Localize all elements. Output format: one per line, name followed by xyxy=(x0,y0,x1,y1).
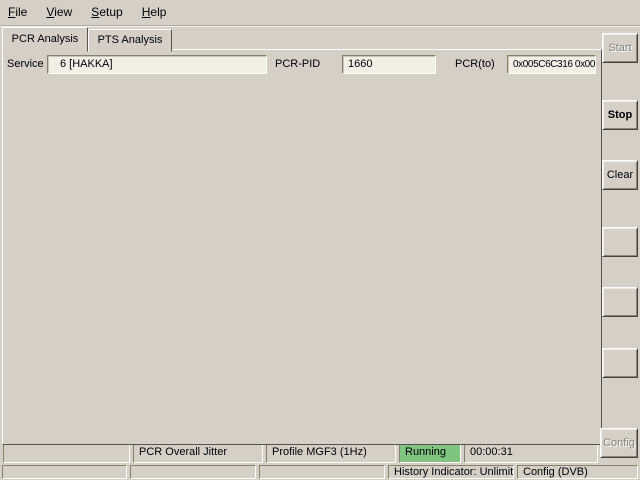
status2-cell-history: History Indicator: Unlimited xyxy=(388,465,514,479)
status2-cell-empty-3 xyxy=(259,465,385,479)
status2-cell-empty-2 xyxy=(130,465,256,479)
status-cell-empty xyxy=(3,443,130,463)
pcr-analysis-page: Service 6 [HAKKA] PCR-PID 1660 PCR(to) 0… xyxy=(2,49,602,445)
status2-cell-config: Config (DVB) xyxy=(517,465,638,479)
status2-cell-empty-1 xyxy=(2,465,127,479)
blank-button-1[interactable] xyxy=(602,227,638,257)
menu-setup[interactable]: Setup xyxy=(83,0,130,24)
status-cell-profile: Profile MGF3 (1Hz) xyxy=(266,443,396,463)
menu-view[interactable]: View xyxy=(38,0,80,24)
menu-file[interactable]: File xyxy=(0,0,35,24)
clear-button[interactable]: Clear xyxy=(602,160,638,190)
menu-bar: File View Setup Help xyxy=(0,0,640,26)
status-cell-measurement: PCR Overall Jitter xyxy=(133,443,263,463)
blank-button-3[interactable] xyxy=(602,348,638,378)
pcr-to-field[interactable]: 0x005C6C316 0x00F2 00:17:5 xyxy=(507,55,596,74)
pcr-pid-field[interactable]: 1660 xyxy=(342,55,436,74)
menu-help[interactable]: Help xyxy=(134,0,175,24)
tab-pts-analysis[interactable]: PTS Analysis xyxy=(88,29,172,52)
start-button[interactable]: Start xyxy=(602,33,638,63)
blank-button-2[interactable] xyxy=(602,287,638,317)
app-window: File View Setup Help PCR Analysis PTS An… xyxy=(0,0,640,480)
tab-pcr-analysis[interactable]: PCR Analysis xyxy=(2,27,88,52)
service-field[interactable]: 6 [HAKKA] xyxy=(47,55,267,74)
status-cell-elapsed-time: 00:00:31 xyxy=(464,443,598,463)
stop-button[interactable]: Stop xyxy=(602,100,638,130)
pcr-pid-label: PCR-PID xyxy=(275,58,320,70)
service-label: Service xyxy=(7,58,44,70)
config-button[interactable]: Config xyxy=(600,428,638,458)
pcr-to-label: PCR(to) xyxy=(455,58,495,70)
status-cell-running: Running xyxy=(399,443,461,463)
